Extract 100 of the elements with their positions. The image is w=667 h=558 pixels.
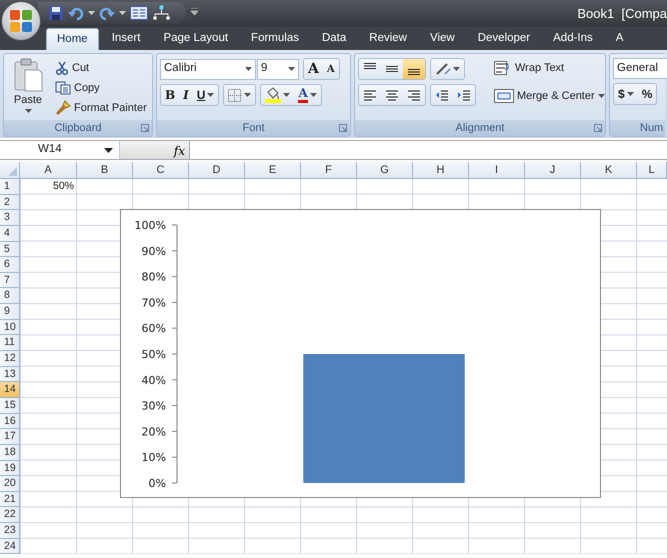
row-header[interactable]: 6 [0, 257, 20, 273]
ribbon-tab[interactable]: Insert [102, 28, 150, 50]
align-middle-icon [385, 66, 399, 72]
ribbon-tab[interactable]: Home [46, 28, 99, 50]
save-icon[interactable] [48, 5, 64, 21]
clipboard-icon [13, 58, 43, 92]
grow-font-button[interactable]: A [304, 59, 323, 79]
axis-tick-label: 90% [142, 244, 166, 258]
copy-button[interactable]: Copy [53, 78, 149, 98]
caret-icon [283, 93, 290, 97]
caret-icon [598, 94, 605, 98]
group-label: Num [640, 122, 664, 134]
form-icon[interactable] [130, 6, 148, 20]
caret-icon[interactable] [104, 148, 113, 152]
merge-center-button[interactable]: Merge & Center [492, 86, 607, 106]
row-header[interactable]: 24 [0, 538, 20, 554]
row-header[interactable]: 13 [0, 366, 20, 382]
increase-indent-icon [457, 88, 471, 102]
number-format-field[interactable]: General [613, 58, 667, 79]
ribbon-tab[interactable]: A [606, 28, 634, 50]
font-color-button[interactable]: A [294, 85, 321, 105]
underline-button[interactable]: U [192, 85, 218, 105]
cut-button[interactable]: Cut [53, 58, 149, 78]
axis-tick-label: 30% [142, 400, 166, 413]
column-header[interactable]: K [581, 162, 637, 179]
percent-button[interactable]: % [638, 84, 656, 104]
column-header[interactable]: B [77, 162, 133, 179]
row-header[interactable]: 3 [0, 210, 20, 226]
caret-icon [453, 67, 460, 71]
row-header[interactable]: 8 [0, 288, 20, 304]
paint-bucket-icon [265, 87, 282, 103]
borders-button[interactable] [223, 84, 256, 106]
column-header[interactable]: D [189, 162, 245, 179]
shrink-font-button[interactable]: A [322, 59, 339, 79]
axis-tick-label: 70% [142, 296, 166, 310]
caret-icon[interactable] [245, 67, 252, 71]
axis-tick-label: 40% [142, 374, 166, 387]
axis-tick-label: 80% [142, 270, 166, 284]
table-cell-text: 50% [52, 179, 75, 194]
row-header[interactable]: 14 [0, 382, 20, 398]
column-header[interactable]: E [245, 162, 301, 179]
insert-function-button[interactable]: fx [120, 141, 190, 159]
italic-button[interactable]: I [179, 85, 193, 105]
row-header[interactable]: 7 [0, 272, 20, 288]
row-header[interactable]: 20 [0, 476, 20, 492]
align-center-icon [385, 88, 399, 102]
row-header[interactable]: 18 [0, 444, 20, 461]
column-header[interactable]: J [525, 162, 581, 179]
row-header[interactable]: 12 [0, 351, 20, 367]
column-header[interactable]: H [413, 162, 469, 179]
group-label: Font [242, 122, 264, 134]
ribbon-tab[interactable]: Page Layout [153, 28, 238, 50]
paste-button[interactable]: Paste [7, 58, 49, 120]
row-header[interactable]: 21 [0, 492, 20, 508]
row-header[interactable]: 11 [0, 335, 20, 352]
column-header[interactable]: A [20, 162, 77, 179]
row-header[interactable]: 9 [0, 304, 20, 320]
ribbon-tab[interactable]: Add-Ins [543, 28, 603, 50]
ribbon-tab[interactable]: Data [312, 28, 356, 50]
row-header[interactable]: 5 [0, 242, 20, 258]
angled-text-icon [435, 62, 451, 76]
row-header[interactable]: 4 [0, 226, 20, 242]
wrap-text-button[interactable]: Wrap Text [492, 58, 607, 78]
row-header[interactable]: 17 [0, 429, 20, 445]
align-top-icon [363, 63, 377, 69]
align-bottom-button[interactable] [403, 59, 425, 79]
column-header[interactable]: L [637, 162, 667, 179]
currency-button[interactable]: $ [614, 84, 638, 104]
customize-toolbar-icon[interactable] [191, 8, 198, 15]
bold-button[interactable]: B [161, 85, 180, 105]
redo-icon[interactable] [99, 5, 115, 21]
diagram-icon[interactable] [152, 5, 170, 21]
copy-icon [55, 81, 71, 95]
row-header[interactable]: 16 [0, 414, 20, 430]
row-header[interactable]: 23 [0, 523, 20, 539]
orientation-button[interactable] [430, 58, 465, 80]
ribbon-tab[interactable]: Formulas [241, 28, 309, 50]
format-painter-button[interactable]: Format Painter [53, 98, 149, 118]
caret-icon [626, 92, 634, 96]
row-header[interactable]: 1 [0, 179, 20, 195]
caret-icon[interactable] [288, 67, 295, 71]
caret-icon [24, 108, 32, 112]
column-header[interactable]: I [469, 162, 525, 179]
axis-tick-label: 10% [142, 451, 166, 464]
row-header[interactable]: 22 [0, 507, 20, 524]
column-header[interactable]: C [133, 162, 189, 179]
row-header[interactable]: 10 [0, 320, 20, 336]
ribbon-tab[interactable]: Review [359, 28, 417, 50]
ribbon-tab[interactable]: Developer [468, 28, 540, 50]
row-header[interactable]: 2 [0, 194, 20, 210]
row-header[interactable]: 19 [0, 460, 20, 476]
ribbon-tab[interactable]: View [420, 28, 465, 50]
font-size-field[interactable]: 9 [257, 58, 299, 80]
undo-icon[interactable] [68, 5, 84, 21]
font-name-field[interactable]: Calibri [160, 58, 256, 80]
align-left-icon [363, 88, 377, 102]
column-header[interactable]: F [301, 162, 357, 179]
row-header[interactable]: 15 [0, 398, 20, 414]
caret-icon[interactable] [207, 93, 214, 97]
column-header[interactable]: G [357, 162, 413, 179]
